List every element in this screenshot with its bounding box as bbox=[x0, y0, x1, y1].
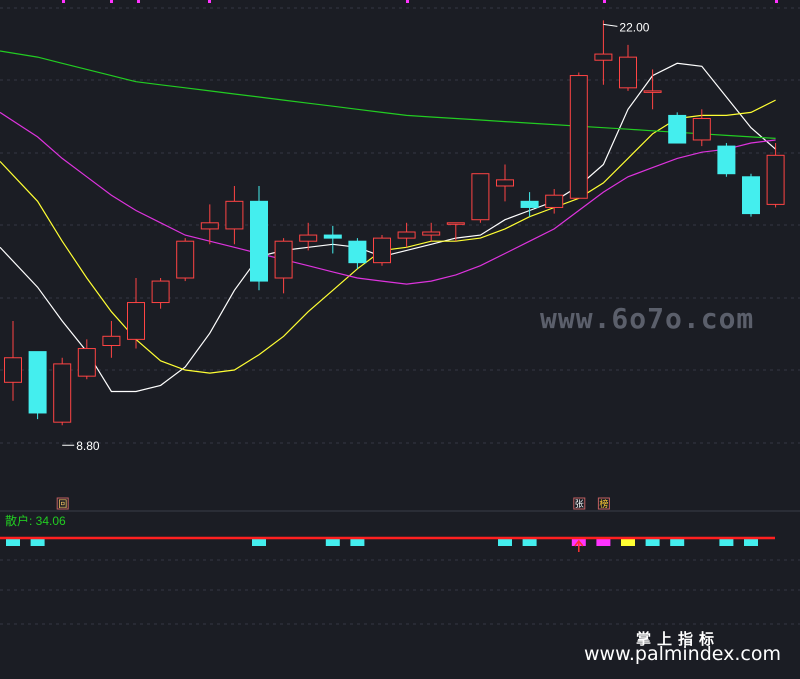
candle-body bbox=[496, 179, 514, 187]
top-marker bbox=[406, 0, 409, 3]
candle-body bbox=[766, 154, 785, 205]
candle-body bbox=[53, 363, 72, 423]
candle-body bbox=[373, 237, 391, 264]
marker-回: 回 bbox=[58, 499, 67, 510]
candle-body bbox=[151, 280, 170, 304]
candle-body bbox=[668, 114, 687, 144]
indicator-label: 散户: 34.06 bbox=[5, 514, 66, 528]
candle-body bbox=[569, 75, 588, 199]
marker-榜: 榜 bbox=[599, 498, 608, 510]
candle-body bbox=[176, 240, 195, 279]
ma-line-4 bbox=[0, 50, 776, 139]
candle-body bbox=[102, 335, 121, 346]
candle-body bbox=[323, 234, 342, 239]
candle-body bbox=[4, 357, 22, 383]
top-marker bbox=[62, 0, 65, 3]
url-watermark: www.palmindex.com bbox=[584, 643, 782, 665]
candle-body bbox=[250, 200, 268, 282]
candle-body bbox=[471, 173, 490, 221]
candle-body bbox=[225, 200, 244, 230]
candlestick-chart: 22.00 8.80 回 张 榜 bbox=[0, 0, 800, 625]
candle-body bbox=[594, 53, 613, 61]
top-marker bbox=[603, 0, 606, 3]
candle-body bbox=[717, 145, 736, 175]
candle-body bbox=[200, 222, 219, 230]
candle-body bbox=[127, 302, 145, 340]
candle-body bbox=[619, 56, 637, 89]
candle-body bbox=[299, 234, 318, 242]
candle-body bbox=[692, 117, 711, 141]
marker-张: 张 bbox=[575, 499, 584, 510]
candle-body bbox=[397, 231, 416, 239]
candle-body bbox=[446, 222, 465, 225]
candle-body bbox=[77, 348, 96, 377]
top-marker bbox=[137, 0, 140, 3]
high-arrow bbox=[603, 23, 618, 27]
candle-body bbox=[643, 90, 662, 93]
top-marker bbox=[208, 0, 211, 3]
candle-body bbox=[274, 240, 293, 279]
top-marker bbox=[110, 0, 113, 3]
high-label: 22.00 bbox=[619, 20, 649, 34]
site-watermark: www.6o7o.com bbox=[540, 302, 755, 335]
candle-body bbox=[28, 351, 47, 414]
candle-body bbox=[348, 240, 367, 264]
candle-body bbox=[422, 231, 441, 236]
candle-body bbox=[520, 200, 539, 208]
top-marker bbox=[775, 0, 778, 3]
low-label: 8.80 bbox=[76, 439, 100, 453]
candle-body bbox=[545, 194, 564, 208]
candle-body bbox=[742, 176, 760, 215]
